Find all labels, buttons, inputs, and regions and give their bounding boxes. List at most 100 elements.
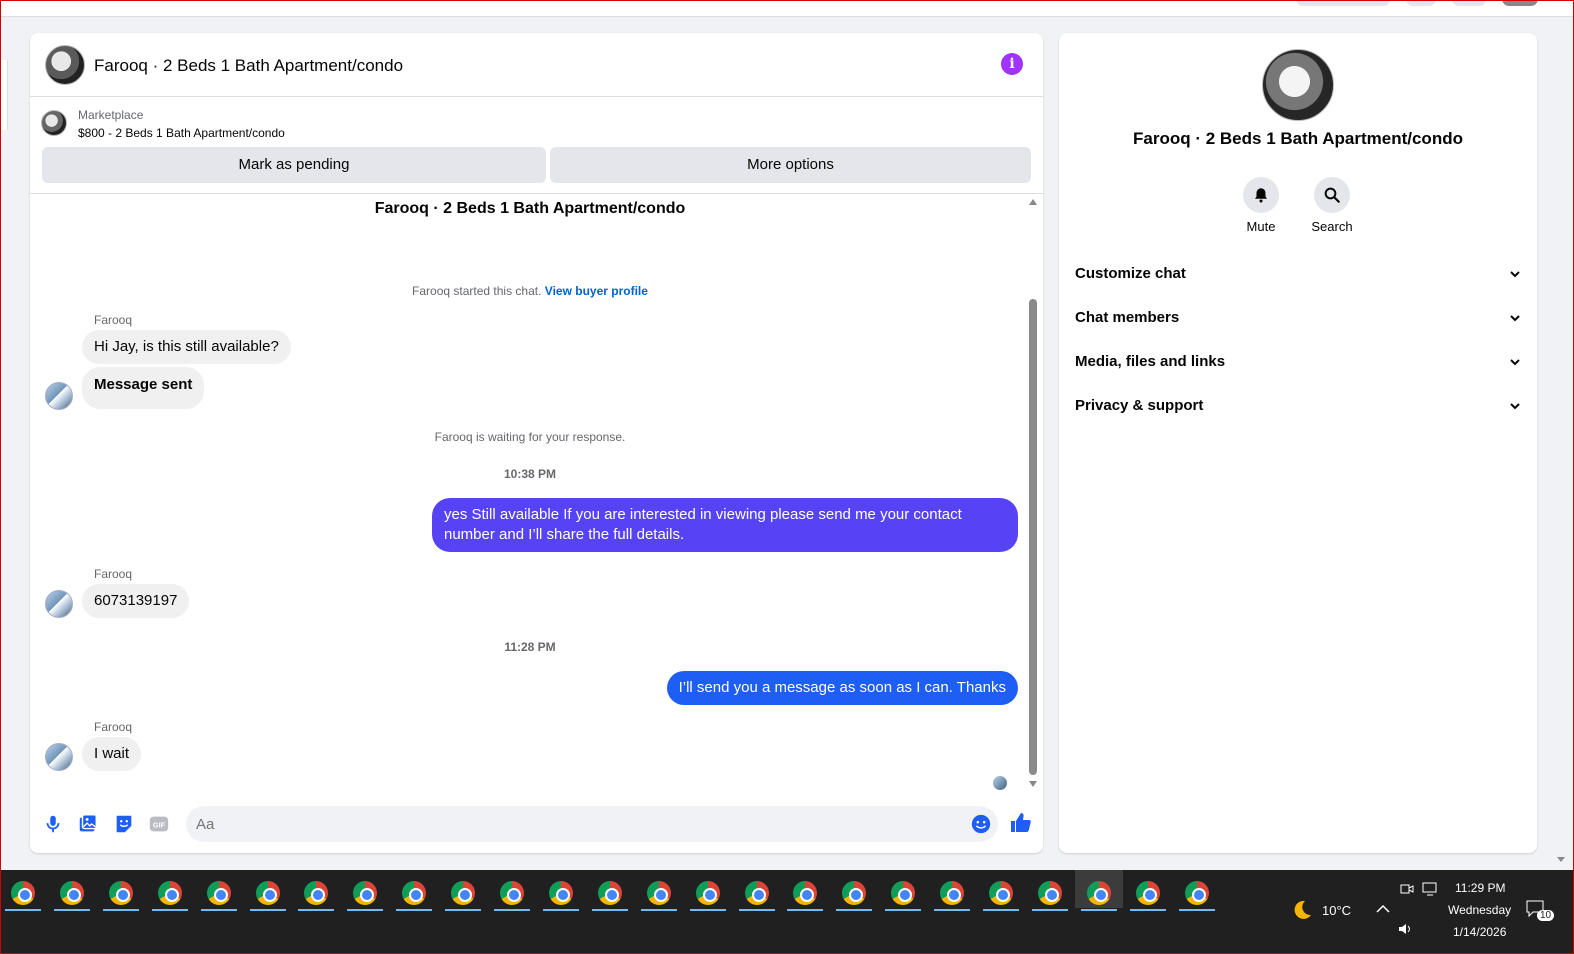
- timestamp: 10:38 PM: [503, 467, 557, 481]
- chrome-taskbar-icon[interactable]: [3, 878, 43, 912]
- view-buyer-profile-link[interactable]: View buyer profile: [545, 284, 648, 298]
- sender-avatar[interactable]: [45, 382, 73, 410]
- weather-temperature[interactable]: 10°C: [1322, 903, 1351, 918]
- chat-avatar[interactable]: [45, 45, 85, 85]
- more-options-button[interactable]: More options: [550, 147, 1031, 183]
- clock-day[interactable]: Wednesday: [1448, 903, 1511, 917]
- message-input-wrapper: [186, 806, 998, 842]
- chrome-taskbar-icon[interactable]: [1177, 878, 1217, 912]
- volume-icon[interactable]: [1398, 922, 1414, 936]
- chrome-taskbar-icon[interactable]: [590, 878, 630, 912]
- account-avatar[interactable]: [1502, 0, 1538, 6]
- chrome-icon: [891, 881, 915, 905]
- message-list[interactable]: Farooq · 2 Beds 1 Bath Apartment/condo F…: [30, 195, 1030, 791]
- clock-time[interactable]: 11:29 PM: [1455, 881, 1505, 895]
- outgoing-message[interactable]: yes Still available If you are intereste…: [432, 498, 1018, 552]
- chrome-taskbar-icon[interactable]: [296, 878, 336, 912]
- chrome-taskbar-icon[interactable]: [1079, 878, 1119, 912]
- chrome-taskbar-icon[interactable]: [785, 878, 825, 912]
- mute-label: Mute: [1246, 219, 1276, 234]
- listing-title[interactable]: $800 - 2 Beds 1 Bath Apartment/condo: [78, 126, 285, 140]
- privacy-support-section[interactable]: Privacy & support: [1075, 388, 1521, 424]
- search-icon[interactable]: [1314, 177, 1350, 213]
- emoji-icon[interactable]: [970, 813, 992, 835]
- microphone-icon[interactable]: [42, 813, 64, 835]
- chrome-taskbar-icon[interactable]: [737, 878, 777, 912]
- chrome-taskbar-icon[interactable]: [248, 878, 288, 912]
- chevron-down-icon: [1510, 359, 1520, 366]
- chrome-taskbar-icon[interactable]: [639, 878, 679, 912]
- chrome-icon: [842, 881, 866, 905]
- top-icon-button[interactable]: [1452, 0, 1486, 6]
- chrome-icon: [402, 881, 426, 905]
- chrome-taskbar-icon[interactable]: [932, 878, 972, 912]
- chrome-taskbar-icon[interactable]: [883, 878, 923, 912]
- top-pill[interactable]: [1296, 0, 1390, 6]
- started-text: Farooq started this chat.: [412, 284, 542, 298]
- scroll-down-arrow[interactable]: [1029, 781, 1037, 787]
- photo-icon[interactable]: [77, 813, 99, 835]
- chat-title[interactable]: Farooq · 2 Beds 1 Bath Apartment/condo: [94, 56, 403, 76]
- message-input[interactable]: [196, 806, 956, 842]
- chrome-taskbar-icon[interactable]: [394, 878, 434, 912]
- running-indicator: [1130, 909, 1166, 911]
- chrome-icon: [940, 881, 964, 905]
- chrome-icon: [647, 881, 671, 905]
- running-indicator: [250, 909, 286, 911]
- chat-members-section[interactable]: Chat members: [1075, 300, 1521, 336]
- chrome-taskbar-icon[interactable]: [52, 878, 92, 912]
- chrome-taskbar-icon[interactable]: [345, 878, 385, 912]
- chrome-icon: [989, 881, 1013, 905]
- chrome-taskbar-icon[interactable]: [443, 878, 483, 912]
- sender-avatar[interactable]: [45, 590, 73, 618]
- info-icon[interactable]: i: [1001, 53, 1023, 75]
- message-scrollbar[interactable]: [1028, 195, 1040, 791]
- chrome-taskbar-icon[interactable]: [492, 878, 532, 912]
- top-icon-button[interactable]: [1406, 0, 1436, 6]
- section-label: Media, files and links: [1075, 353, 1226, 370]
- network-icon[interactable]: [1422, 882, 1438, 896]
- chrome-taskbar-icon[interactable]: [834, 878, 874, 912]
- bell-icon[interactable]: [1243, 177, 1279, 213]
- incoming-message[interactable]: 6073139197: [82, 584, 190, 618]
- chrome-taskbar-icon[interactable]: [541, 878, 581, 912]
- chrome-icon: [256, 881, 280, 905]
- chrome-taskbar-icon[interactable]: [688, 878, 728, 912]
- listing-thumbnail[interactable]: [41, 110, 67, 136]
- running-indicator: [787, 909, 823, 911]
- customize-chat-section[interactable]: Customize chat: [1075, 256, 1521, 292]
- incoming-message[interactable]: Message sent: [82, 367, 205, 409]
- mute-action[interactable]: Mute: [1231, 177, 1291, 234]
- chrome-taskbar-icon[interactable]: [150, 878, 190, 912]
- outgoing-message[interactable]: I’ll send you a message as soon as I can…: [666, 671, 1018, 705]
- conversation-name: Farooq · 2 Beds 1 Bath Apartment/condo: [1133, 129, 1463, 148]
- weather-moon-icon[interactable]: [1290, 898, 1314, 927]
- camera-icon[interactable]: [1400, 882, 1414, 896]
- page-scroll-down-arrow[interactable]: [1556, 856, 1566, 864]
- conversation-avatar[interactable]: [1262, 49, 1334, 121]
- mark-as-pending-button[interactable]: Mark as pending: [42, 147, 546, 183]
- chrome-taskbar-icon[interactable]: [1030, 878, 1070, 912]
- chrome-taskbar-icon[interactable]: [981, 878, 1021, 912]
- chrome-icon: [500, 881, 524, 905]
- media-files-links-section[interactable]: Media, files and links: [1075, 344, 1521, 380]
- chevron-up-icon[interactable]: [1376, 904, 1390, 914]
- scroll-thumb[interactable]: [1029, 299, 1037, 775]
- sender-avatar[interactable]: [45, 743, 73, 771]
- gif-icon[interactable]: GIF: [148, 813, 170, 835]
- message-sender: Farooq: [94, 567, 133, 581]
- chrome-icon: [1087, 881, 1111, 905]
- search-action[interactable]: Search: [1302, 177, 1362, 234]
- message-composer: GIF: [30, 801, 1043, 845]
- chrome-taskbar-icon[interactable]: [101, 878, 141, 912]
- chrome-taskbar-icon[interactable]: [199, 878, 239, 912]
- clock-date[interactable]: 1/14/2026: [1453, 925, 1506, 939]
- running-indicator: [690, 909, 726, 911]
- running-indicator: [54, 909, 90, 911]
- incoming-message[interactable]: I wait: [82, 737, 142, 771]
- scroll-up-arrow[interactable]: [1029, 199, 1037, 205]
- incoming-message[interactable]: Hi Jay, is this still available?: [82, 330, 291, 364]
- sticker-icon[interactable]: [113, 813, 135, 835]
- thumbs-up-icon[interactable]: [1009, 811, 1033, 835]
- chrome-taskbar-icon[interactable]: [1128, 878, 1168, 912]
